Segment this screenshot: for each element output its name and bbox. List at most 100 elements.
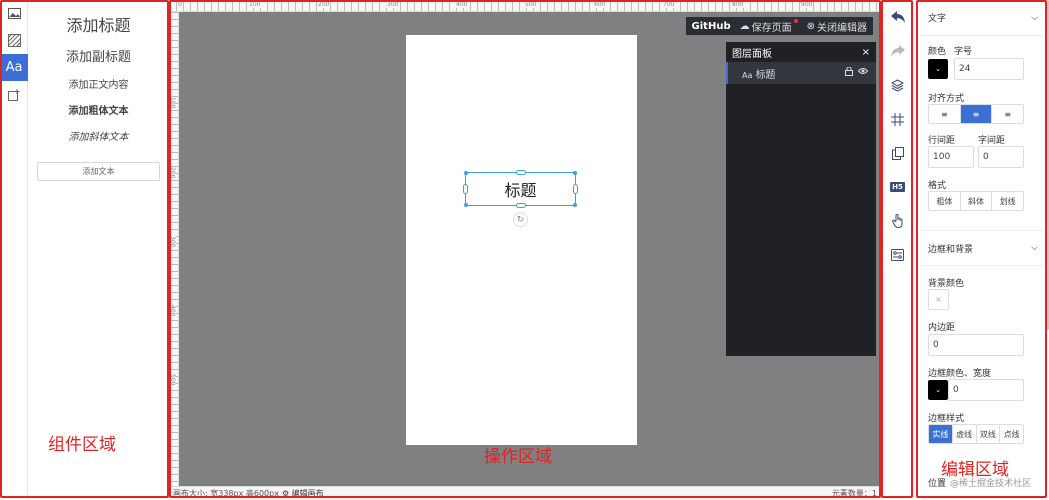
italic-toggle[interactable]: 斜体 <box>961 192 993 210</box>
add-text-button[interactable]: 添加文本 <box>37 162 160 181</box>
align-left-icon[interactable]: ≡ <box>929 105 961 123</box>
align-right-icon[interactable]: ≡ <box>992 105 1023 123</box>
canvas-size-text: 画布大小: 宽338px 高600px <box>173 489 279 498</box>
ruler-tick-label: 500 <box>524 1 538 8</box>
add-bold-text[interactable]: 添加粗体文本 <box>28 103 169 121</box>
resize-handle-bottom-left[interactable] <box>464 203 468 207</box>
texture-icon[interactable] <box>0 27 28 54</box>
chevron-down-icon: ⌵ <box>1031 243 1038 253</box>
cloud-icon: ☁ <box>739 20 750 32</box>
close-editor-label: 关闭编辑器 <box>817 22 867 34</box>
save-page-button[interactable]: ☁ 保存页面 <box>740 19 798 34</box>
ruler-tick-label: 0 <box>177 1 183 8</box>
ruler-tick-label: 800 <box>731 1 745 8</box>
border-dashed-option[interactable]: 虚线 <box>953 425 977 443</box>
resize-handle-top-right[interactable] <box>573 171 577 175</box>
github-link[interactable]: GitHub <box>692 21 731 32</box>
undo-icon[interactable] <box>882 0 913 34</box>
tool-bar: H5 <box>881 0 913 500</box>
border-width-input[interactable]: 0 <box>948 379 1024 401</box>
ruler-tick-label: 200 <box>169 167 176 179</box>
line-height-input[interactable]: 100 <box>928 146 974 168</box>
h5-icon[interactable]: H5 <box>882 170 913 204</box>
font-size-label: 字号 <box>954 47 973 57</box>
bg-color-label: 背景颜色 <box>928 279 965 289</box>
text-layer-icon: Aa <box>742 70 753 80</box>
page-canvas[interactable]: 标题 ↻ <box>406 35 637 445</box>
layer-item[interactable]: Aa 标题 <box>726 62 876 84</box>
padding-input[interactable]: 0 <box>928 334 1024 356</box>
ruler-tick-label: 400 <box>455 1 469 8</box>
layers-icon[interactable] <box>882 68 913 102</box>
resize-handle-left[interactable] <box>463 184 468 194</box>
align-center-icon[interactable]: ≡ <box>960 105 993 123</box>
text-component-panel: 添加标题 添加副标题 添加正文内容 添加粗体文本 添加斜体文本 添加文本 <box>28 0 169 500</box>
font-size-input[interactable]: 24 <box>954 58 1024 80</box>
rotate-handle-icon[interactable]: ↻ <box>513 212 528 227</box>
ruler-tick-label: 100 <box>248 1 262 8</box>
chevron-down-icon: ⌄ <box>935 386 941 394</box>
ruler-tick-label: 500 <box>169 374 176 386</box>
resize-handle-top[interactable] <box>516 170 526 175</box>
border-section-header[interactable]: 边框和背景 ⌵ <box>920 230 1044 266</box>
copy-icon[interactable] <box>882 136 913 170</box>
canvas-work-area[interactable]: 0 100 200 300 400 500 600 700 800 900 10… <box>169 0 881 500</box>
bold-toggle[interactable]: 粗体 <box>929 192 961 210</box>
border-solid-option[interactable]: 实线 <box>929 425 953 443</box>
operation-region-label: 操作区域 <box>484 447 552 467</box>
gear-icon: ⚙ <box>281 489 290 498</box>
top-ruler: 0 100 200 300 400 500 600 700 800 900 <box>169 0 881 12</box>
image-icon[interactable] <box>0 0 28 27</box>
unsaved-dot <box>793 19 798 23</box>
add-heading[interactable]: 添加标题 <box>28 13 169 39</box>
letter-spacing-label: 字间距 <box>978 136 1006 146</box>
save-page-label: 保存页面 <box>751 22 792 34</box>
chevron-down-icon: ⌄ <box>935 65 941 73</box>
border-color-width-label: 边框颜色、宽度 <box>928 369 992 379</box>
text-color-swatch[interactable]: ⌄ <box>928 59 948 79</box>
lock-icon[interactable] <box>845 66 853 79</box>
selected-text-content: 标题 <box>504 181 537 200</box>
add-box-icon[interactable] <box>0 81 28 108</box>
layer-item-label: 标题 <box>755 69 776 81</box>
top-action-bar: GitHub ☁ 保存页面 ⊗ 关闭编辑器 <box>685 17 873 35</box>
edit-canvas-label: 编辑画布 <box>291 489 324 498</box>
resize-handle-bottom-right[interactable] <box>573 203 577 207</box>
ruler-tick-label: 200 <box>317 1 331 8</box>
ruler-tick-label: 100 <box>169 97 176 109</box>
letter-spacing-input[interactable]: 0 <box>978 146 1024 168</box>
ruler-tick-label: 900 <box>800 1 814 8</box>
redo-icon[interactable] <box>882 34 913 68</box>
add-italic-text[interactable]: 添加斜体文本 <box>28 129 169 147</box>
strikethrough-toggle[interactable]: 划线 <box>992 192 1023 210</box>
add-subheading[interactable]: 添加副标题 <box>28 47 169 69</box>
text-section-title: 文字 <box>928 14 947 24</box>
border-double-option[interactable]: 双线 <box>977 425 1001 443</box>
text-icon-label: Aa <box>5 60 23 75</box>
border-style-label: 边框样式 <box>928 414 965 424</box>
resize-handle-bottom[interactable] <box>516 203 526 208</box>
settings-panel-icon[interactable] <box>882 238 913 272</box>
style-label: 格式 <box>928 181 947 191</box>
eye-icon[interactable] <box>857 67 869 79</box>
edit-canvas-button[interactable]: ⚙ 编辑画布 <box>282 488 324 499</box>
grid-icon[interactable] <box>882 102 913 136</box>
close-editor-button[interactable]: ⊗ 关闭编辑器 <box>807 19 867 34</box>
add-body-text[interactable]: 添加正文内容 <box>28 77 169 95</box>
align-segment: ≡ ≡ ≡ <box>928 104 1024 124</box>
align-label: 对齐方式 <box>928 94 965 104</box>
close-icon[interactable]: × <box>862 47 870 58</box>
resize-handle-right[interactable] <box>573 184 578 194</box>
selected-text-element[interactable]: 标题 <box>463 170 578 208</box>
hand-pointer-icon[interactable] <box>882 204 913 238</box>
editor-app: Aa 添加标题 添加副标题 添加正文内容 添加粗体文本 添加斜体文本 添加文本 … <box>0 0 1049 500</box>
component-region-label: 组件区域 <box>48 435 116 455</box>
resize-handle-top-left[interactable] <box>464 171 468 175</box>
bg-color-swatch[interactable]: × <box>928 289 949 310</box>
ruler-tick-label: 700 <box>662 1 676 8</box>
border-color-swatch[interactable]: ⌄ <box>928 380 948 400</box>
ruler-tick-label: 600 <box>593 1 607 8</box>
text-section-header[interactable]: 文字 ⌵ <box>920 0 1044 36</box>
border-dotted-option[interactable]: 点线 <box>1000 425 1023 443</box>
text-icon[interactable]: Aa <box>0 54 28 81</box>
